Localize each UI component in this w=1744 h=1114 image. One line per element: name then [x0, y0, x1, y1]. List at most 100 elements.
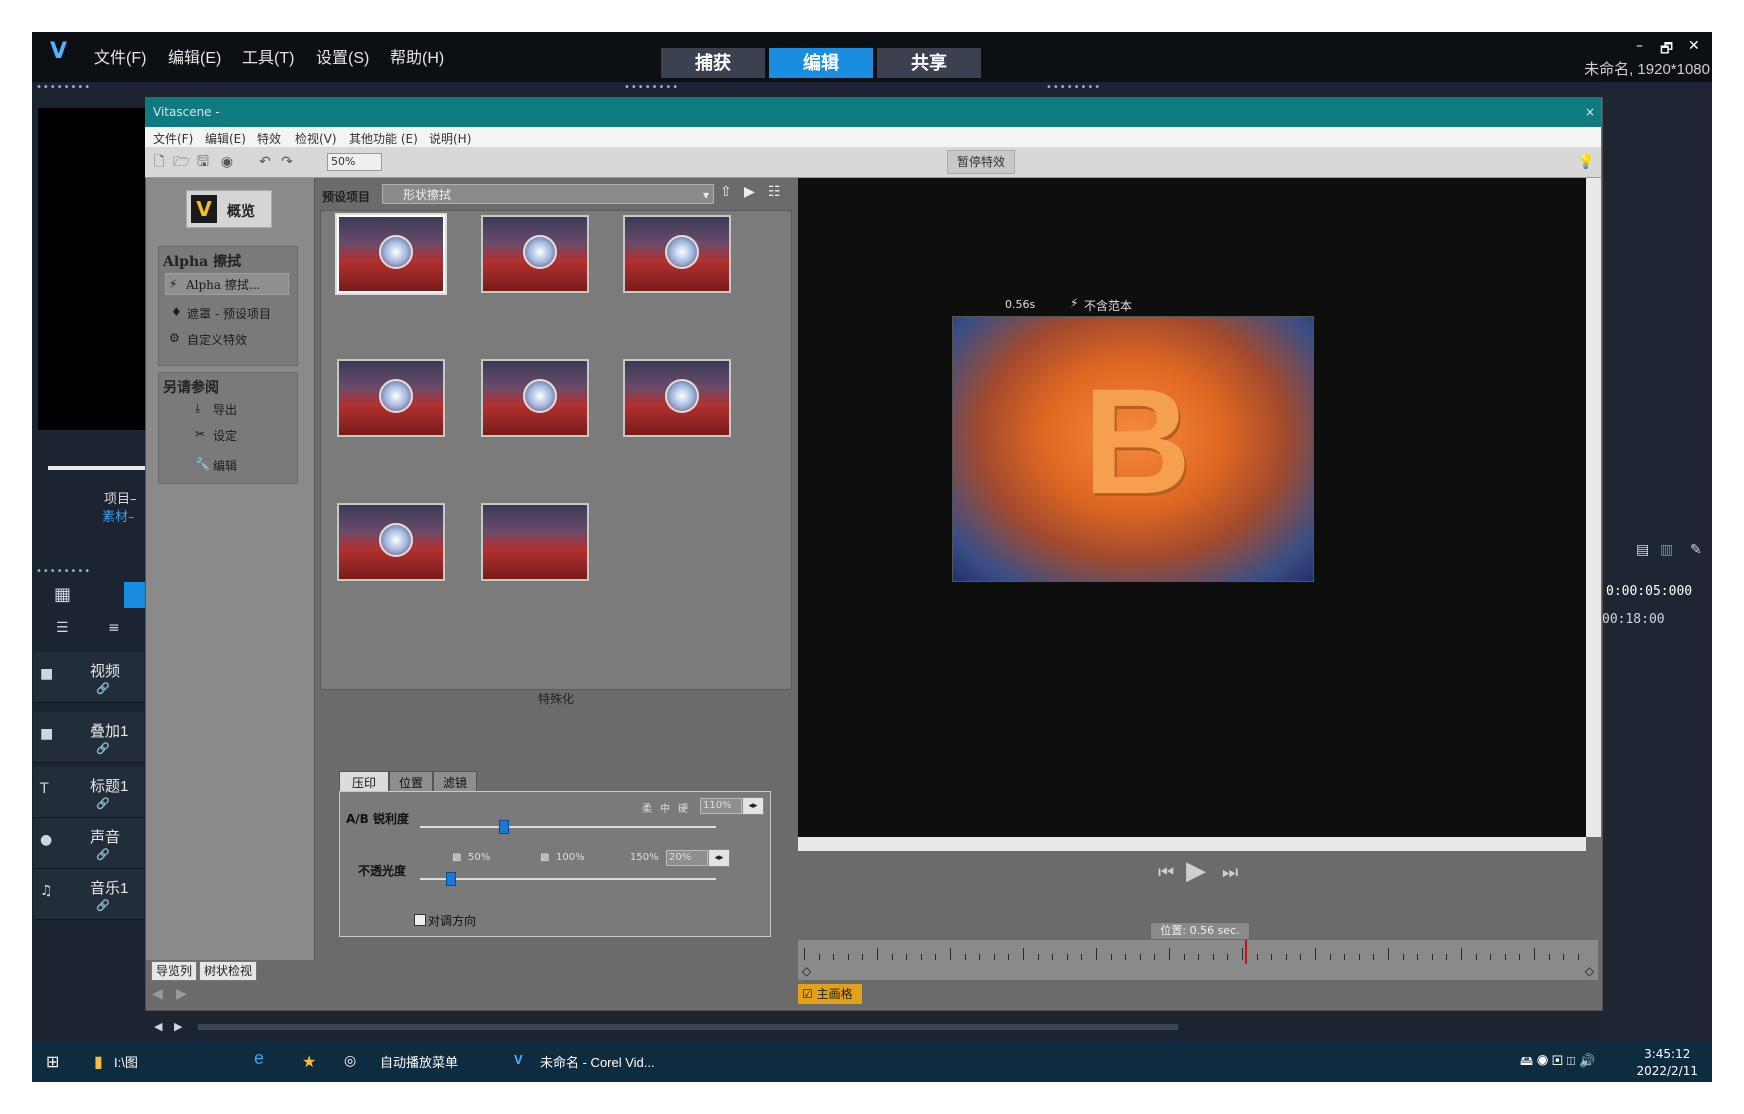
scroll-left-icon[interactable]: ◀ [154, 1020, 162, 1033]
track-video[interactable]: ■ 视频 🔗 [34, 652, 144, 703]
dlg-menu-view[interactable]: 检视(V) [295, 130, 337, 147]
preset-thumb[interactable] [337, 503, 445, 581]
clip-label[interactable]: 素材– [102, 506, 135, 525]
taskbar-explorer[interactable]: I:\图 [114, 1052, 138, 1071]
chapter-icon[interactable]: ≡ [108, 620, 120, 636]
library-view-icon[interactable]: ▤ [1636, 542, 1649, 558]
link-icon[interactable]: 🔗 [96, 899, 110, 912]
export-item[interactable]: 导出 [213, 401, 237, 418]
track-voice[interactable]: ● 声音 🔗 [34, 818, 144, 869]
sharpness-value[interactable]: 110% [700, 798, 742, 814]
taskbar-corel[interactable]: 未命名 - Corel Vid... [540, 1052, 655, 1071]
sharpness-spinner[interactable]: ◂▸ [742, 797, 764, 815]
preset-thumb[interactable] [481, 503, 589, 581]
opacity-value[interactable]: 20% [666, 850, 708, 866]
opacity-slider-track[interactable] [420, 878, 716, 880]
tab-navigator[interactable]: 导览列 [151, 961, 198, 981]
reverse-checkbox[interactable] [414, 914, 426, 926]
dlg-menu-help[interactable]: 说明(H) [429, 130, 471, 147]
tab-edit[interactable]: 编辑 [769, 48, 873, 78]
favorites-icon[interactable]: ★ [302, 1052, 316, 1072]
menu-tools[interactable]: 工具(T) [242, 44, 294, 68]
scroll-right-icon[interactable]: ▶ [174, 1020, 182, 1033]
new-file-icon[interactable]: 🗋 [151, 154, 167, 170]
menu-help[interactable]: 帮助(H) [390, 44, 444, 68]
timeline-ruler[interactable] [798, 940, 1598, 964]
menu-file[interactable]: 文件(F) [94, 44, 146, 68]
zoom-select[interactable]: 50% [327, 153, 382, 171]
panel-grip-icon[interactable]: •••••••• [624, 82, 679, 93]
link-icon[interactable]: 🔗 [96, 848, 110, 861]
preset-thumb[interactable] [481, 359, 589, 437]
save-icon[interactable]: 🖫 [195, 154, 211, 170]
windows-start-icon[interactable]: ⊞ [46, 1052, 59, 1072]
keyframe-row[interactable]: ◇ ◇ [798, 964, 1598, 980]
undo-icon[interactable]: ↶ [257, 154, 273, 170]
storyboard-view-icon[interactable]: ▦ [54, 584, 71, 605]
edit-icon[interactable]: ✎ [1690, 542, 1702, 558]
preset-select[interactable]: 形状擦拭 [382, 184, 714, 205]
dlg-menu-other[interactable]: 其他功能 (E) [349, 130, 418, 147]
bulb-icon[interactable]: 💡 [1577, 154, 1594, 170]
timeline-scrollbar[interactable] [198, 1024, 1178, 1030]
thumbnail-view-icon[interactable]: ▥ [1660, 542, 1673, 558]
preset-thumb[interactable] [623, 359, 731, 437]
project-label[interactable]: 项目– [104, 488, 137, 507]
next-frame-icon[interactable]: ⏭ [1222, 862, 1238, 883]
timecode-display[interactable]: 0:00:05:000 [1606, 584, 1692, 599]
render-icon[interactable]: ◉ [219, 154, 235, 170]
panel-grip-icon[interactable]: •••••••• [36, 82, 91, 93]
player-scrubber[interactable] [48, 466, 146, 470]
taskbar-autoplay[interactable]: 自动播放菜单 [380, 1052, 458, 1071]
timeline-view-icon[interactable] [124, 582, 146, 608]
redo-icon[interactable]: ↷ [279, 154, 295, 170]
folder-icon[interactable]: ▮ [94, 1052, 103, 1072]
preset-thumb[interactable] [623, 215, 731, 293]
link-icon[interactable]: 🔗 [96, 797, 110, 810]
sharpness-slider-track[interactable] [420, 826, 716, 828]
play-preview-icon[interactable]: ▶ [744, 184, 755, 200]
dlg-menu-file[interactable]: 文件(F) [153, 130, 193, 147]
alpha-wipe-item[interactable]: Alpha 擦拭... [165, 273, 289, 295]
opacity-slider-knob[interactable] [445, 872, 456, 886]
dialog-close-icon[interactable]: × [1585, 105, 1595, 119]
track-music[interactable]: ♫ 音乐1 🔗 [34, 869, 144, 920]
keyframe-start-icon[interactable]: ◇ [802, 964, 811, 978]
tab-capture[interactable]: 捕获 [661, 48, 765, 78]
overview-button[interactable]: V 概览 [186, 190, 272, 228]
pause-effects-button[interactable]: 暂停特效 [947, 150, 1015, 174]
ie-icon[interactable]: e [254, 1048, 264, 1069]
dlg-menu-edit[interactable]: 编辑(E) [205, 130, 246, 147]
preset-thumb[interactable] [337, 215, 445, 293]
play-icon[interactable]: ▶ [1186, 856, 1206, 886]
nav-forward-icon[interactable]: ▶ [176, 986, 187, 1002]
open-folder-icon[interactable]: 🗁 [173, 154, 190, 170]
settings-item[interactable]: 设定 [213, 427, 237, 444]
minimize-icon[interactable]: – [1636, 38, 1643, 54]
menu-settings[interactable]: 设置(S) [316, 44, 369, 68]
preview-hscroll[interactable] [798, 837, 1586, 851]
arrow-up-icon[interactable]: ⇧ [720, 184, 732, 200]
tray-icons[interactable]: 🖴 ◉ ▣ ◫ 🔊 [1520, 1052, 1595, 1074]
tab-share[interactable]: 共享 [877, 48, 981, 78]
menu-edit[interactable]: 编辑(E) [168, 44, 221, 68]
panel-grip-icon[interactable]: •••••••• [1046, 82, 1101, 93]
tab-tree-view[interactable]: 树状检视 [199, 961, 258, 981]
dlg-menu-effects[interactable]: 特效 [257, 130, 281, 147]
preset-thumb[interactable] [337, 359, 445, 437]
link-icon[interactable]: 🔗 [96, 742, 110, 755]
track-title[interactable]: T 标题1 🔗 [34, 767, 144, 818]
panel-grip-icon[interactable]: •••••••• [36, 566, 91, 577]
nav-back-icon[interactable]: ◀ [152, 986, 163, 1002]
sharpness-slider-knob[interactable] [498, 820, 509, 834]
keyframe-end-icon[interactable]: ◇ [1585, 964, 1594, 978]
mainframe-toggle[interactable]: ☑ 主画格 [798, 984, 862, 1004]
list-view-icon[interactable]: ☷ [768, 184, 781, 200]
custom-effect-item[interactable]: 自定义特效 [187, 331, 247, 348]
previous-frame-icon[interactable]: ⏮ [1158, 862, 1174, 883]
taskbar-clock[interactable]: 3:45:12 2022/2/11 [1636, 1046, 1698, 1080]
link-icon[interactable]: 🔗 [96, 682, 110, 695]
preview-vscroll[interactable] [1586, 178, 1601, 837]
close-icon[interactable]: ✕ [1688, 38, 1700, 54]
track-overlay[interactable]: ■ 叠加1 🔗 [34, 712, 144, 763]
